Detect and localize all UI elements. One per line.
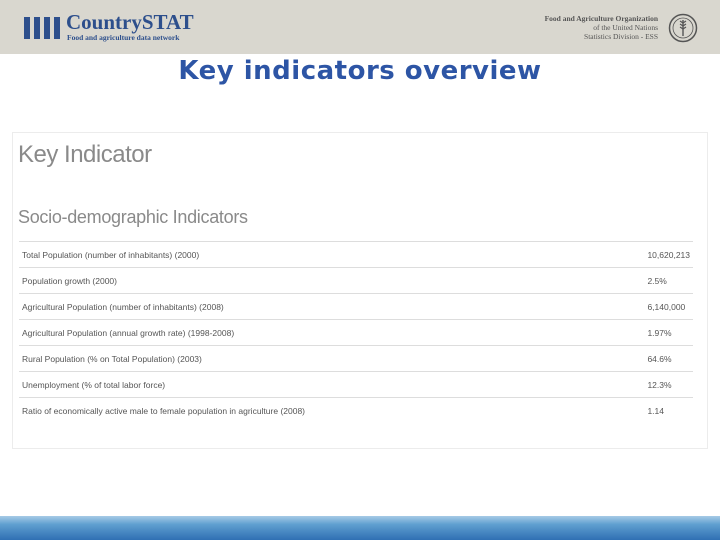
table-row: Agricultural Population (annual growth r…: [19, 319, 693, 346]
table-row: Population growth (2000) 2.5%: [19, 267, 693, 294]
countrystat-logo-icon: [24, 17, 62, 39]
table-row: Total Population (number of inhabitants)…: [19, 241, 693, 268]
indicator-value: 1.97%: [644, 319, 693, 346]
org-line: Food and Agriculture Organization: [544, 14, 658, 23]
indicator-value: 2.5%: [644, 267, 693, 294]
slide-header: CountrySTAT Food and agriculture data ne…: [0, 0, 720, 54]
indicator-value: 10,620,213: [644, 241, 693, 268]
logo-title: CountrySTAT: [66, 10, 194, 34]
panel-heading: Key Indicator: [18, 141, 152, 168]
footer-bar: [0, 516, 720, 540]
indicator-value: 6,140,000: [644, 293, 693, 320]
org-line: Statistics Division - ESS: [584, 32, 658, 41]
indicator-label: Agricultural Population (number of inhab…: [19, 293, 645, 320]
table-row: Agricultural Population (number of inhab…: [19, 293, 693, 320]
indicator-table: Total Population (number of inhabitants)…: [19, 241, 693, 423]
section-heading: Socio-demographic Indicators: [18, 207, 248, 227]
table-row: Unemployment (% of total labor force) 12.…: [19, 371, 693, 398]
key-indicator-panel: Key Indicator Socio-demographic Indicato…: [13, 133, 707, 448]
fao-org-text: Food and Agriculture Organization of the…: [545, 14, 658, 41]
indicator-label: Population growth (2000): [19, 267, 645, 294]
indicator-label: Total Population (number of inhabitants)…: [19, 241, 645, 268]
slide-title: Key indicators overview: [178, 56, 542, 86]
indicator-label: Ratio of economically active male to fem…: [22, 405, 306, 416]
indicator-value: 1.14: [647, 405, 664, 416]
org-line: of the United Nations: [593, 23, 658, 32]
indicator-label: Unemployment (% of total labor force): [19, 371, 645, 398]
indicator-label: Rural Population (% on Total Population)…: [19, 345, 645, 372]
indicator-value: 64.6%: [644, 345, 693, 372]
table-row: Ratio of economically active male to fem…: [19, 398, 693, 424]
indicator-value: 12.3%: [644, 371, 693, 398]
indicator-label: Agricultural Population (annual growth r…: [19, 319, 645, 346]
fao-emblem-icon: [668, 13, 698, 43]
logo-subtitle: Food and agriculture data network: [67, 33, 180, 42]
table-row: Rural Population (% on Total Population)…: [19, 345, 693, 372]
